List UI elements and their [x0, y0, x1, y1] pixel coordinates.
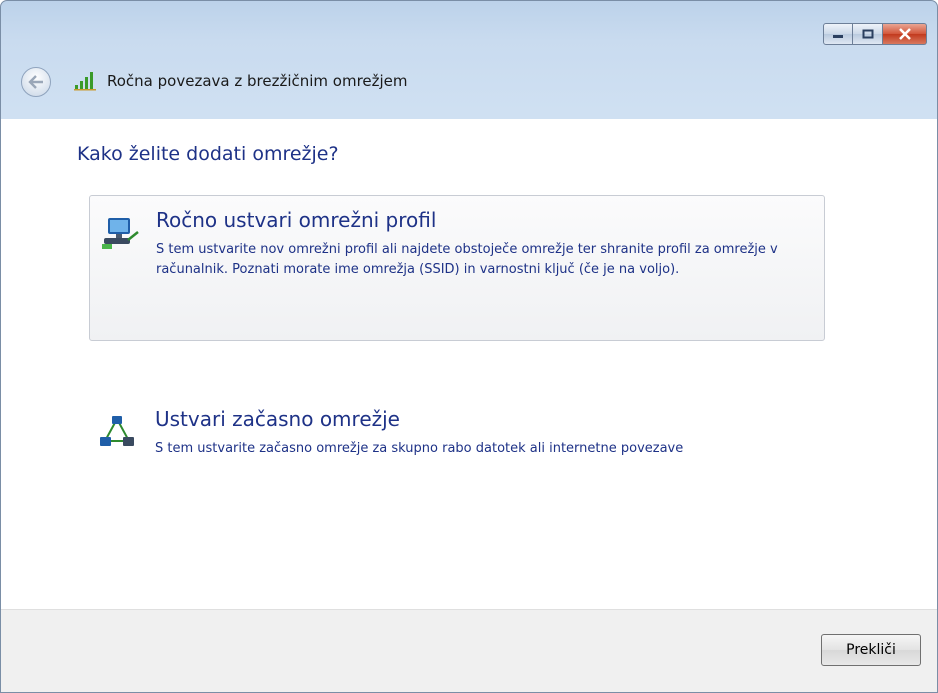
back-button[interactable]: [21, 67, 51, 97]
footer-bar: Prekliči: [1, 609, 937, 692]
option-description: S tem ustvarite nov omrežni profil ali n…: [156, 242, 778, 277]
wizard-window: Ročna povezava z brezžičnim omrežjem Kak…: [0, 0, 938, 693]
minimize-icon: [833, 35, 843, 38]
back-arrow-icon: [28, 75, 43, 89]
page-heading: Kako želite dodati omrežje?: [77, 143, 339, 165]
option-manual-profile[interactable]: Ročno ustvari omrežni profil S tem ustva…: [89, 195, 825, 341]
wifi-signal-icon: [74, 72, 96, 91]
option-description: S tem ustvarite začasno omrežje za skupn…: [155, 441, 684, 456]
option-title: Ročno ustvari omrežni profil: [156, 208, 437, 232]
network-computer-icon: [102, 218, 139, 249]
option-title: Ustvari začasno omrežje: [155, 407, 400, 431]
cancel-button[interactable]: Prekliči: [821, 634, 921, 666]
close-icon: [898, 28, 911, 40]
adhoc-network-icon: [100, 416, 134, 446]
close-button[interactable]: [883, 23, 927, 45]
window-title: Ročna povezava z brezžičnim omrežjem: [107, 72, 408, 90]
content-area: Kako želite dodati omrežje? Ročno ustvar…: [1, 119, 937, 611]
caption-buttons: [823, 23, 927, 45]
minimize-button[interactable]: [823, 23, 853, 45]
maximize-button[interactable]: [853, 23, 883, 45]
maximize-icon: [862, 29, 873, 39]
option-adhoc-network[interactable]: Ustvari začasno omrežje S tem ustvarite …: [89, 407, 825, 467]
title-bar: Ročna povezava z brezžičnim omrežjem: [1, 1, 937, 119]
